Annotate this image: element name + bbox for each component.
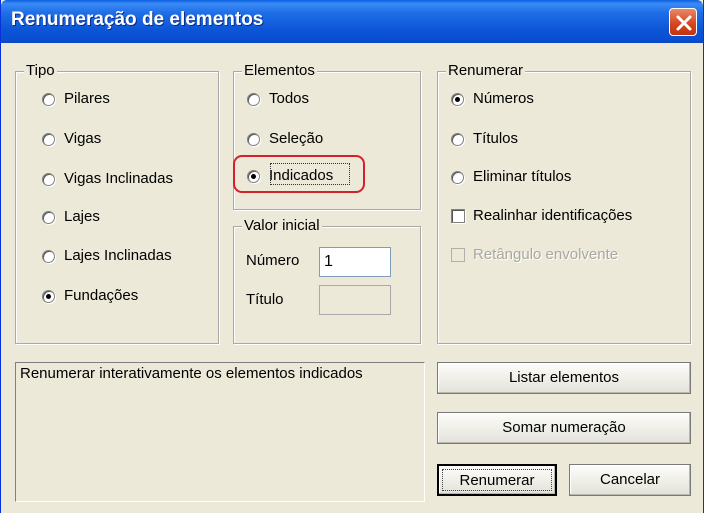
description-panel: Renumerar interativamente os elementos i… <box>15 362 425 502</box>
description-text: Renumerar interativamente os elementos i… <box>20 365 363 382</box>
radio-label: Eliminar títulos <box>473 168 572 185</box>
checkbox-label: Retângulo envolvente <box>473 246 619 263</box>
highlight-annotation <box>233 155 365 193</box>
listar-elementos-button[interactable]: Listar elementos <box>437 362 691 394</box>
radio-button[interactable] <box>247 93 260 106</box>
button-label: Cancelar <box>599 471 661 488</box>
checkbox[interactable] <box>451 209 465 223</box>
radio-button-selected[interactable] <box>42 290 55 303</box>
radio-button[interactable] <box>42 211 55 224</box>
button-label: Somar numeração <box>502 419 626 436</box>
window-title: Renumeração de elementos <box>11 9 264 30</box>
close-button[interactable] <box>669 8 697 36</box>
titulo-label: Título <box>246 291 284 308</box>
radio-label: Vigas <box>64 130 102 147</box>
radio-button-selected[interactable] <box>451 93 464 106</box>
checkbox-label: Realinhar identificações <box>473 207 633 224</box>
radio-label: Vigas Inclinadas <box>64 170 173 187</box>
numero-label: Número <box>246 252 300 269</box>
elementos-legend: Elementos <box>242 61 317 81</box>
radio-button[interactable] <box>42 250 55 263</box>
cancelar-button[interactable]: Cancelar <box>569 464 691 496</box>
renumerar-legend: Renumerar <box>446 61 526 81</box>
renumerar-button[interactable]: Renumerar <box>437 464 557 496</box>
radio-label: Todos <box>269 90 310 107</box>
titulo-input[interactable] <box>319 285 391 315</box>
radio-label: Lajes <box>64 208 100 225</box>
radio-button[interactable] <box>42 93 55 106</box>
radio-label: Números <box>473 90 534 107</box>
somar-numeracao-button[interactable]: Somar numeração <box>437 412 691 444</box>
valor-inicial-legend: Valor inicial <box>242 216 322 236</box>
radio-label: Fundações <box>64 287 139 304</box>
radio-label: Lajes Inclinadas <box>64 247 172 264</box>
close-icon <box>676 15 692 31</box>
radio-label: Títulos <box>473 130 519 147</box>
tipo-group: Tipo Pilares Vigas Vigas Inclinadas Laje… <box>15 61 219 344</box>
title-bar[interactable]: Renumeração de elementos <box>1 0 703 43</box>
renumerar-group: Renumerar Números Títulos Eliminar títul… <box>437 61 691 344</box>
valor-inicial-group: Valor inicial Número 1 Título <box>233 216 421 344</box>
button-label: Renumerar <box>459 472 535 489</box>
dialog-window: Renumeração de elementos Tipo Pilares Vi… <box>0 0 704 513</box>
radio-button[interactable] <box>247 133 260 146</box>
radio-button[interactable] <box>451 133 464 146</box>
radio-label: Seleção <box>269 130 324 147</box>
radio-button[interactable] <box>42 133 55 146</box>
radio-button[interactable] <box>42 173 55 186</box>
checkbox-disabled <box>451 248 465 262</box>
numero-input[interactable]: 1 <box>319 247 391 277</box>
radio-button[interactable] <box>451 171 464 184</box>
tipo-legend: Tipo <box>24 61 57 81</box>
radio-label: Pilares <box>64 90 110 107</box>
button-label: Listar elementos <box>508 369 620 386</box>
